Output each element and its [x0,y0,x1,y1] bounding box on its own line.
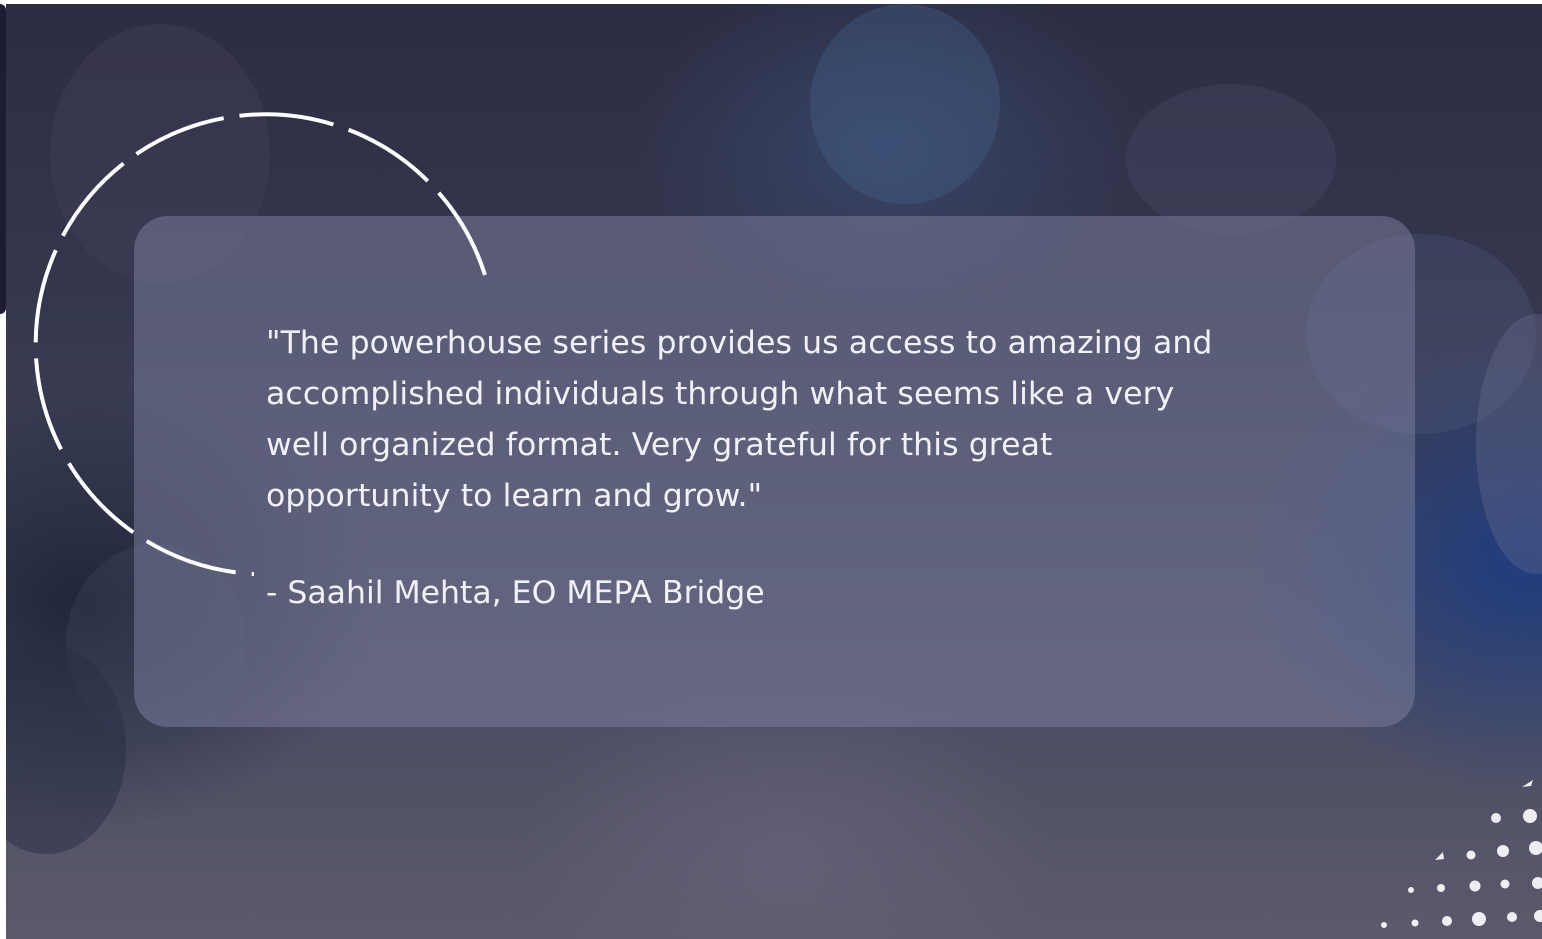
dot-pattern-icon [1381,780,1542,928]
